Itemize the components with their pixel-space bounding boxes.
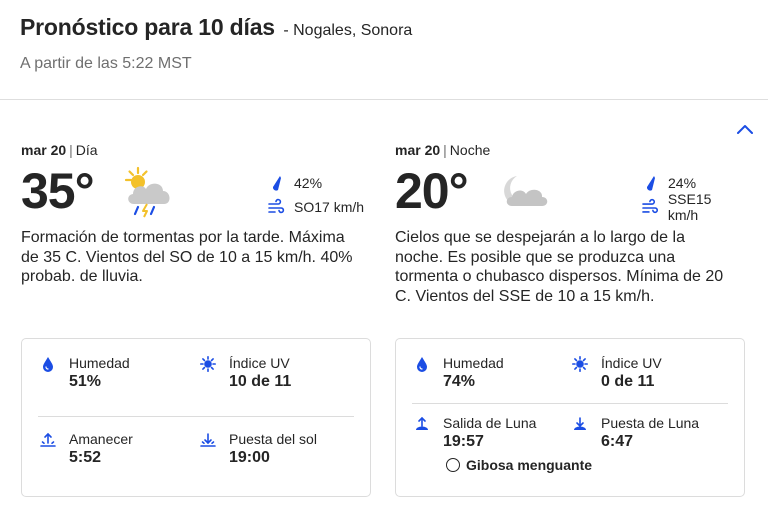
day-details: Humedad 51% Índice UV 10 de 11 Amanecer … (21, 338, 371, 497)
night-date: mar 20 (395, 142, 441, 158)
night-period: Noche (449, 142, 491, 158)
day-humidity-label: Humedad (69, 355, 130, 371)
humidity-icon (43, 357, 53, 372)
day-sunrise-label: Amanecer (69, 431, 133, 447)
night-header: mar 20 | Noche (395, 142, 491, 158)
night-precip: 24% (641, 174, 696, 192)
night-uv-value: 0 de 11 (601, 373, 655, 390)
day-header: mar 20 | Día (21, 142, 98, 158)
uv-index-icon (572, 356, 588, 372)
day-sunset-label: Puesta del sol (229, 431, 317, 447)
night-precip-value: 24% (668, 175, 697, 191)
night-uv-label: Índice UV (601, 355, 662, 371)
day-sunset-value: 19:00 (229, 449, 270, 466)
day-wind: SO17 km/h (267, 198, 364, 216)
moon-phase: Gibosa menguante (446, 457, 592, 473)
night-moonset: Puesta de Luna 6:47 (572, 415, 699, 452)
night-wind: SSE15 km/h (641, 191, 745, 223)
moonrise-icon (416, 416, 428, 430)
chevron-up-icon[interactable] (736, 122, 754, 136)
day-humidity: Humedad 51% (40, 355, 130, 392)
night-moonrise: Salida de Luna 19:57 (414, 415, 536, 452)
day-date: mar 20 (21, 142, 67, 158)
wind-icon (268, 198, 285, 214)
thunderstorm-icon (124, 166, 170, 218)
sunset-icon (200, 433, 216, 447)
day-description: Formación de tormentas por la tarde. Máx… (21, 229, 353, 285)
night-details: Humedad 74% Índice UV 0 de 11 Salida de … (395, 338, 745, 497)
raindrop-icon (272, 176, 281, 191)
moon-phase-label: Gibosa menguante (466, 457, 593, 473)
night-moonrise-value: 19:57 (443, 433, 484, 450)
details-divider (38, 416, 354, 417)
location-label: - Nogales, Sonora (283, 22, 413, 39)
night-wind-value: SSE15 km/h (667, 191, 712, 223)
night-description: Cielos que se despejarán a lo largo de l… (395, 229, 724, 305)
header-divider (0, 99, 768, 100)
details-divider (412, 403, 728, 404)
day-precip-value: 42% (294, 175, 323, 191)
moon-phase-icon (446, 458, 460, 472)
updated-time: A partir de las 5:22 MST (20, 55, 192, 72)
day-sunset: Puesta del sol 19:00 (200, 431, 317, 468)
night-uv: Índice UV 0 de 11 (572, 355, 662, 392)
night-moonrise-label: Salida de Luna (443, 415, 537, 431)
page-header: Pronóstico para 10 días - Nogales, Sonor… (20, 14, 760, 41)
day-humidity-value: 51% (69, 373, 102, 390)
day-panel: mar 20 | Día 35° 42% SO17 km/h Formación… (21, 140, 371, 500)
night-moonset-value: 6:47 (601, 433, 634, 450)
humidity-icon (417, 357, 427, 372)
day-sunrise: Amanecer 5:52 (40, 431, 133, 468)
day-uv-value: 10 de 11 (229, 373, 292, 390)
night-humidity-value: 74% (443, 373, 476, 390)
partly-cloudy-night-icon (504, 176, 548, 206)
night-temperature: 20° (395, 163, 469, 219)
night-moonset-label: Puesta de Luna (601, 415, 700, 431)
day-period: Día (75, 142, 98, 158)
day-uv-label: Índice UV (229, 355, 290, 371)
raindrop-icon (646, 176, 655, 191)
moonset-icon (574, 417, 586, 430)
day-temperature: 35° (21, 163, 95, 219)
day-uv: Índice UV 10 de 11 (200, 355, 291, 392)
day-wind-value: SO17 km/h (294, 199, 365, 215)
night-panel: mar 20 | Noche 20° 24% SSE15 km/h Cielos q… (395, 140, 745, 500)
uv-index-icon (200, 356, 216, 372)
day-precip: 42% (267, 174, 322, 192)
night-humidity-label: Humedad (443, 355, 504, 371)
night-humidity: Humedad 74% (414, 355, 504, 392)
day-sunrise-value: 5:52 (69, 449, 102, 466)
wind-icon (642, 198, 659, 214)
sunrise-icon (40, 432, 56, 447)
page-title: Pronóstico para 10 días (20, 14, 275, 40)
